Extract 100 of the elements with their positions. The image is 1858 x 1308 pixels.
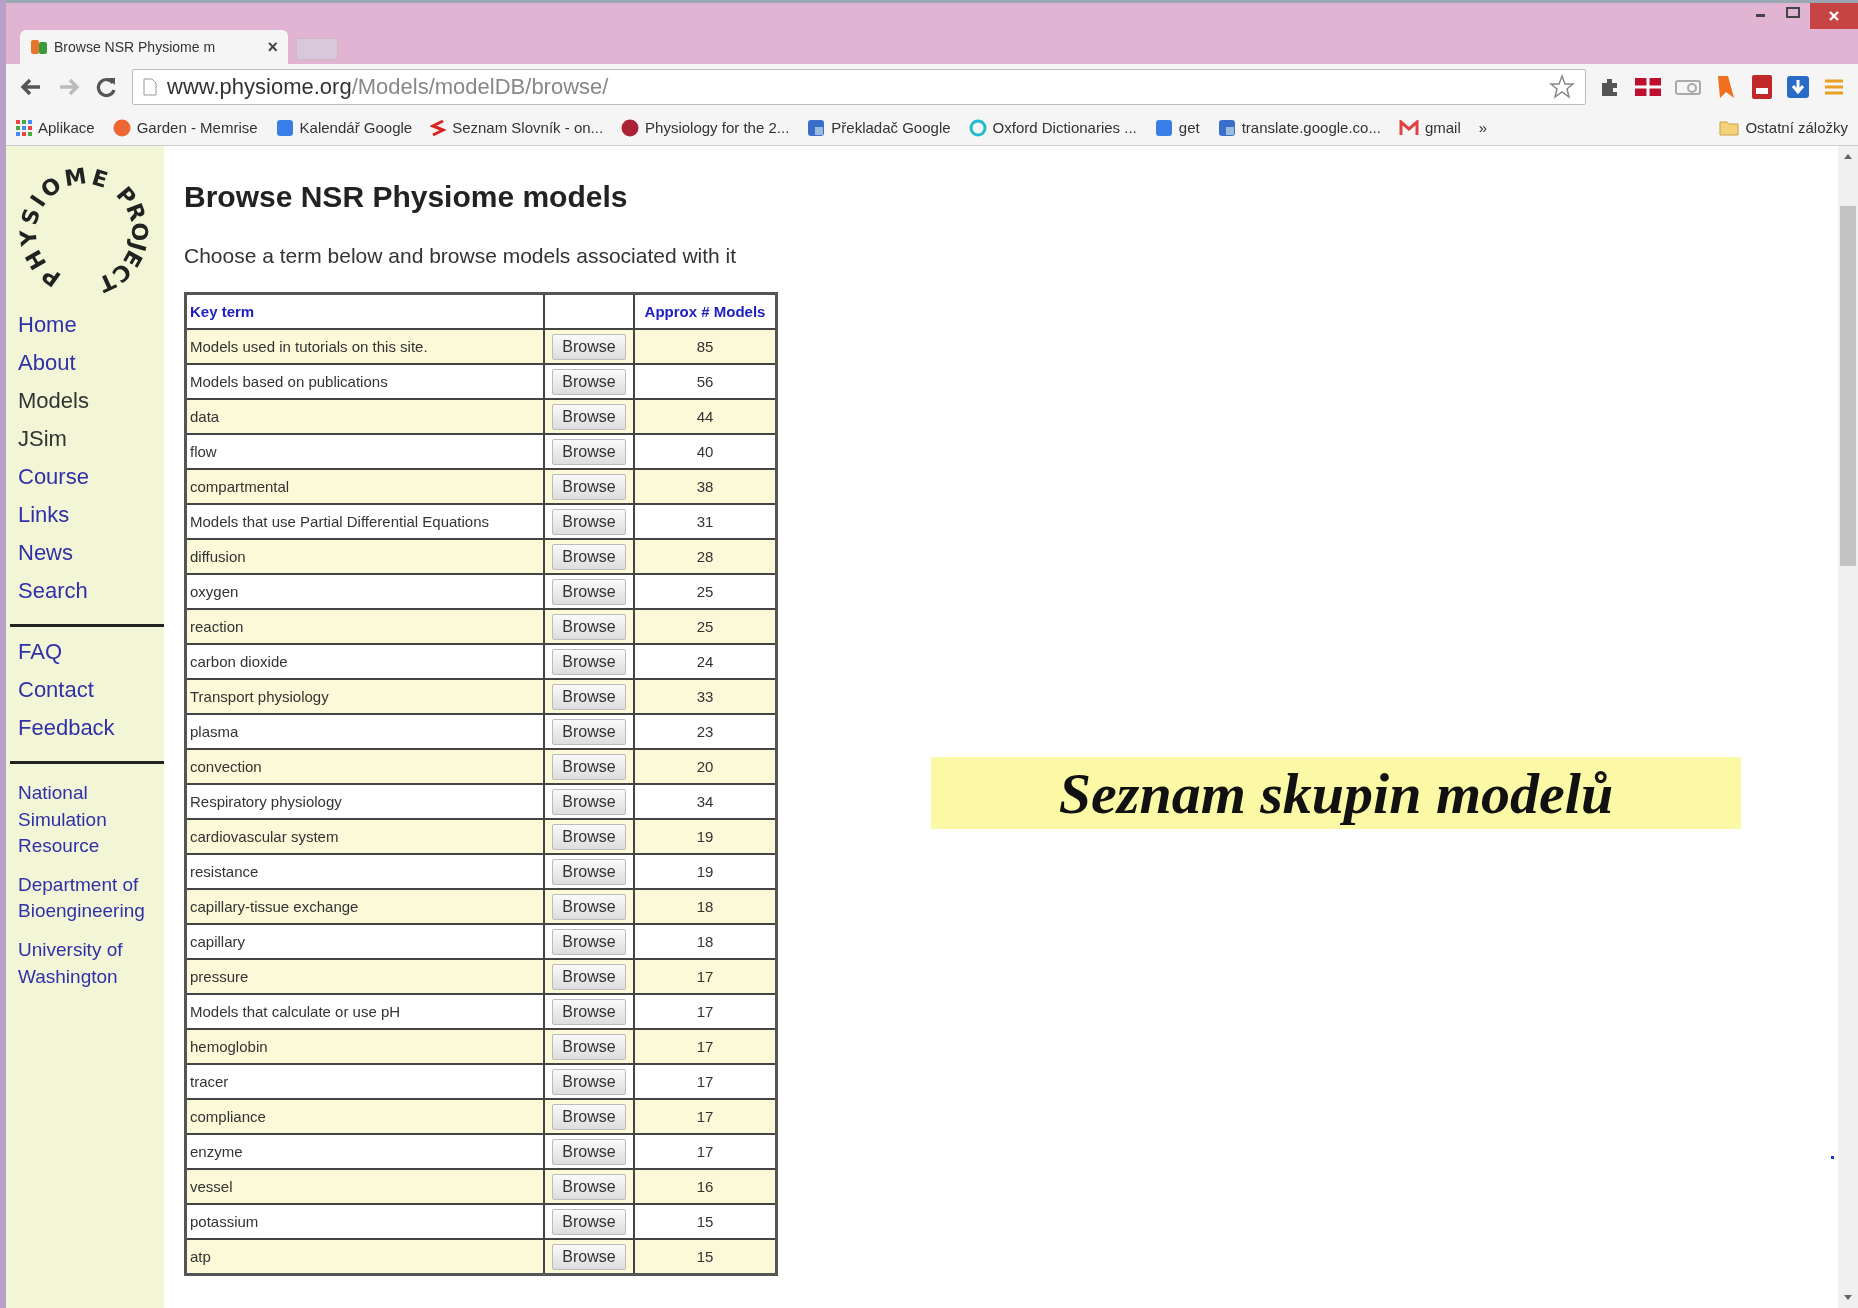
browse-button[interactable]: Browse — [552, 998, 626, 1025]
browse-button[interactable]: Browse — [552, 578, 626, 605]
browse-button[interactable]: Browse — [552, 753, 626, 780]
browse-button[interactable]: Browse — [552, 788, 626, 815]
browse-button[interactable]: Browse — [552, 718, 626, 745]
pdf-icon[interactable] — [1750, 74, 1774, 100]
browse-button[interactable]: Browse — [552, 823, 626, 850]
browse-button[interactable]: Browse — [552, 1138, 626, 1165]
scroll-up-icon[interactable] — [1843, 152, 1853, 160]
browse-button[interactable]: Browse — [552, 683, 626, 710]
bookmark-item[interactable]: gmail — [1398, 119, 1461, 136]
browse-button[interactable]: Browse — [552, 333, 626, 360]
table-cell: 17 — [634, 1099, 777, 1134]
table-cell: 20 — [634, 749, 777, 784]
browse-button[interactable]: Browse — [552, 1068, 626, 1095]
bookmark-item[interactable]: Kalendář Google — [275, 118, 413, 137]
apps-grid-icon — [16, 119, 32, 136]
affiliation-link[interactable]: University of Washington — [18, 936, 160, 991]
scrollbar-thumb[interactable] — [1840, 206, 1856, 566]
square-site-icon — [1154, 118, 1173, 137]
browse-button[interactable]: Browse — [552, 368, 626, 395]
sidebar-link[interactable]: FAQ — [18, 639, 164, 665]
sidebar-link[interactable]: Contact — [18, 677, 164, 703]
browse-button[interactable]: Browse — [552, 1243, 626, 1270]
bookmark-item[interactable]: translate.google.co... — [1217, 118, 1381, 137]
bookmark-item[interactable]: Garden - Memrise — [112, 118, 258, 137]
flag-icon[interactable] — [1634, 76, 1662, 98]
table-cell: 38 — [634, 469, 777, 504]
other-bookmarks-folder[interactable]: Ostatní záložky — [1719, 119, 1848, 136]
column-header: Key term — [185, 293, 544, 329]
browse-button[interactable]: Browse — [552, 613, 626, 640]
table-cell: compliance — [185, 1099, 544, 1134]
sidebar-link[interactable]: Course — [18, 464, 164, 490]
table-cell: 15 — [634, 1239, 777, 1275]
browse-button[interactable]: Browse — [552, 1208, 626, 1235]
browse-button[interactable]: Browse — [552, 473, 626, 500]
browse-button[interactable]: Browse — [552, 893, 626, 920]
zigzag-icon — [430, 118, 447, 137]
sidebar-link[interactable]: About — [18, 350, 164, 376]
column-header: Approx # Models — [634, 293, 777, 329]
round-site-icon — [968, 118, 987, 137]
sidebar-link[interactable]: Models — [18, 388, 164, 414]
address-bar[interactable]: www.physiome.org/Models/modelDB/browse/ — [132, 69, 1586, 105]
table-cell: Transport physiology — [185, 679, 544, 714]
mail-icon — [1398, 119, 1419, 136]
table-cell: compartmental — [185, 469, 544, 504]
sidebar-link[interactable]: News — [18, 540, 164, 566]
tab-close-button[interactable]: × — [267, 36, 278, 58]
tab-title: Browse NSR Physiome m — [54, 39, 217, 55]
table-cell: Models used in tutorials on this site. — [185, 329, 544, 364]
affiliation-link[interactable]: Department of Bioengineering — [18, 871, 160, 925]
bookmark-item[interactable]: Aplikace — [16, 119, 95, 136]
sidebar-link[interactable]: Feedback — [18, 715, 164, 741]
download-icon[interactable] — [1786, 74, 1810, 100]
round-site-icon — [112, 118, 131, 137]
browse-button[interactable]: Browse — [552, 438, 626, 465]
bookmark-item[interactable]: get — [1154, 118, 1200, 137]
browse-button[interactable]: Browse — [552, 858, 626, 885]
browse-button[interactable]: Browse — [552, 1173, 626, 1200]
square-site-icon — [807, 118, 826, 137]
table-cell: vessel — [185, 1169, 544, 1204]
bookmark-item[interactable]: Překladač Google — [807, 118, 951, 137]
browser-tab[interactable]: Browse NSR Physiome m × — [20, 30, 288, 64]
url-text: www.physiome.org/Models/modelDB/browse/ — [167, 74, 610, 100]
table-cell: 19 — [634, 819, 777, 854]
browse-button[interactable]: Browse — [552, 963, 626, 990]
sidebar-link[interactable]: Search — [18, 578, 164, 604]
table-cell: convection — [185, 749, 544, 784]
close-window-button[interactable] — [1810, 3, 1858, 29]
site-favicon-icon — [30, 38, 48, 56]
affiliation-link[interactable]: National Simulation Resource — [18, 780, 160, 860]
browse-button[interactable]: Browse — [552, 543, 626, 570]
bookmark-item[interactable]: Oxford Dictionaries ... — [968, 118, 1137, 137]
round-site-icon — [621, 118, 640, 137]
table-cell: pressure — [185, 959, 544, 994]
sidebar-link[interactable]: Links — [18, 502, 164, 528]
bookmark-item[interactable]: Physiology for the 2... — [621, 118, 790, 137]
table-cell: 28 — [634, 539, 777, 574]
sidebar-link[interactable]: JSim — [18, 426, 164, 452]
more-bookmarks-button[interactable]: » — [1478, 119, 1488, 136]
square-site-icon — [1217, 118, 1236, 137]
page-title: Browse NSR Physiome models — [184, 180, 629, 214]
browse-button[interactable]: Browse — [552, 508, 626, 535]
table-cell: data — [185, 399, 544, 434]
bookmark-item[interactable]: Seznam Slovník - on... — [430, 118, 604, 137]
page-icon — [143, 78, 157, 96]
browse-button[interactable]: Browse — [552, 403, 626, 430]
table-cell: cardiovascular system — [185, 819, 544, 854]
browse-button[interactable]: Browse — [552, 1033, 626, 1060]
intro-text: Choose a term below and browse models associated with it — [184, 244, 738, 268]
scroll-down-icon[interactable] — [1843, 1294, 1853, 1302]
browse-button[interactable]: Browse — [552, 1103, 626, 1130]
browse-button[interactable]: Browse — [552, 928, 626, 955]
star-icon[interactable] — [1549, 74, 1575, 100]
table-cell: atp — [185, 1239, 544, 1275]
browse-button[interactable]: Browse — [552, 648, 626, 675]
sidebar-link[interactable]: Home — [18, 312, 164, 338]
table-cell: 85 — [634, 329, 777, 364]
caption-banner: Seznam skupin modelů — [931, 757, 1741, 829]
table-cell: 18 — [634, 889, 777, 924]
